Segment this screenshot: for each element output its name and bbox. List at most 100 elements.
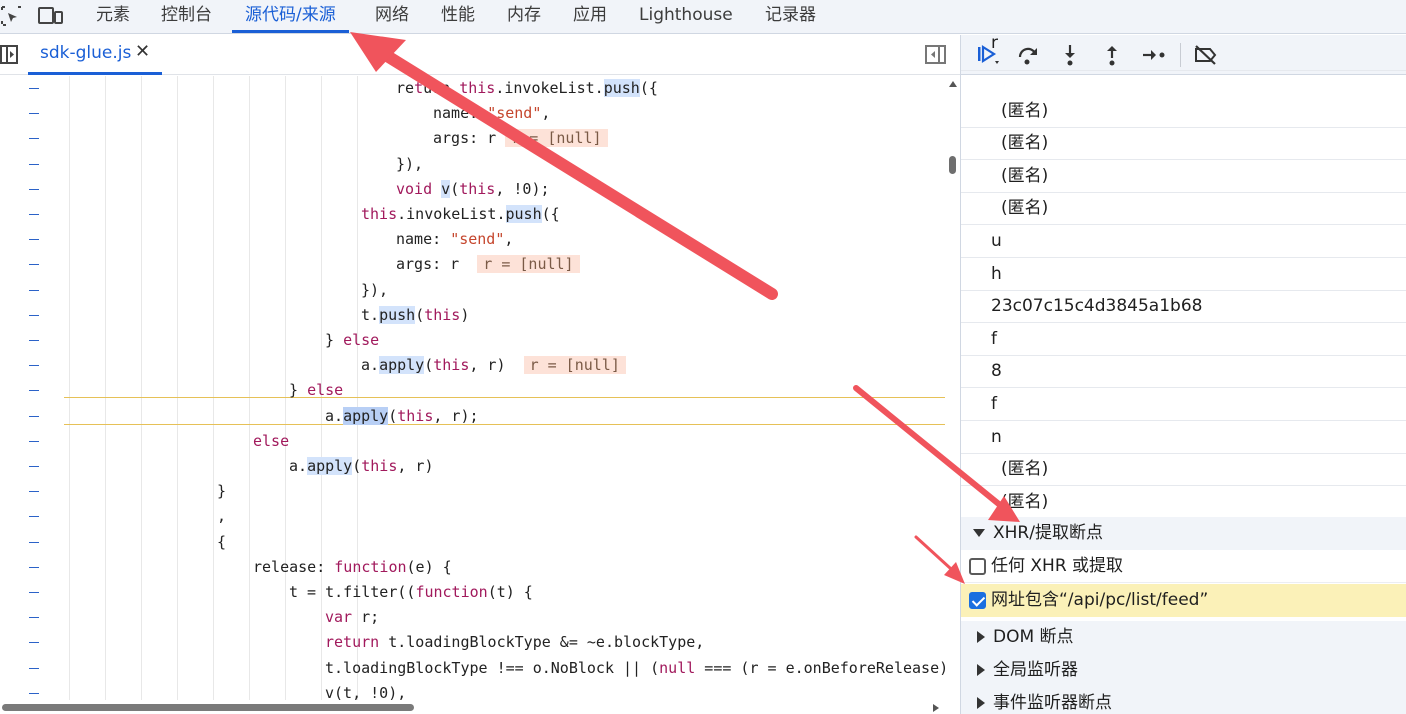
- call-stack-frame[interactable]: f: [961, 389, 1406, 421]
- tab-recorder[interactable]: 记录器: [765, 0, 816, 34]
- tab-application[interactable]: 应用: [573, 0, 607, 34]
- line-gutter-marker[interactable]: [29, 415, 39, 417]
- toggle-debugger-sidebar-icon[interactable]: [925, 44, 947, 66]
- call-stack-frame[interactable]: h: [961, 259, 1406, 291]
- code-line: v(t, !0),: [325, 681, 406, 700]
- call-stack-frame-label: (匿名): [1001, 198, 1049, 219]
- devtools-panel-tabbar: 元素 控制台 源代码/来源 网络 性能 内存 应用 Lighthouse 记录器: [0, 0, 1406, 34]
- call-stack-frame-label: 23c07c15c4d3845a1b68: [991, 296, 1203, 317]
- code-token: this: [424, 305, 461, 324]
- xhr-breakpoints-header[interactable]: XHR/提取断点: [961, 517, 1406, 550]
- scroll-right-icon[interactable]: [932, 703, 940, 713]
- line-gutter-marker[interactable]: [29, 138, 39, 140]
- code-line: t = t.filter((function(t) {: [289, 580, 533, 605]
- editor-horizontal-scrollbar[interactable]: [0, 700, 960, 714]
- xhr-url-checkbox[interactable]: [969, 592, 986, 609]
- code-token: === (r = e.onBeforeRelease): [695, 658, 949, 677]
- scroll-up-icon[interactable]: [948, 80, 958, 88]
- code-token: args: r: [396, 255, 478, 274]
- line-gutter-marker[interactable]: [29, 617, 39, 619]
- call-stack-frame[interactable]: (匿名): [961, 96, 1406, 128]
- line-gutter-marker[interactable]: [29, 340, 39, 341]
- vertical-scroll-thumb[interactable]: [949, 156, 956, 174]
- close-icon[interactable]: ✕: [135, 41, 150, 62]
- call-stack-frame[interactable]: f: [961, 324, 1406, 356]
- event-listener-breakpoints-header[interactable]: 事件监听器断点: [961, 687, 1406, 714]
- code-token: this: [361, 205, 398, 223]
- code-token: push: [603, 79, 640, 97]
- toggle-navigator-icon[interactable]: [0, 44, 20, 66]
- line-gutter-marker[interactable]: [29, 440, 39, 442]
- line-gutter-marker[interactable]: [29, 113, 39, 115]
- xhr-any-checkbox[interactable]: [969, 558, 986, 575]
- call-stack-frame[interactable]: (匿名): [961, 161, 1406, 193]
- xhr-url-label: 网址包含“/api/pc/list/feed”: [991, 590, 1209, 610]
- line-gutter-marker[interactable]: [29, 566, 39, 568]
- call-stack-frame-label: (匿名): [1001, 133, 1049, 154]
- call-stack-frame-label: (匿名): [1001, 165, 1049, 186]
- call-stack-frame[interactable]: (匿名): [961, 128, 1406, 161]
- call-stack-frame[interactable]: r: [961, 33, 1406, 71]
- line-gutter-marker[interactable]: [29, 365, 39, 367]
- editor-vertical-scrollbar[interactable]: [946, 76, 960, 700]
- code-line: t.loadingBlockType !== o.NoBlock || (nul…: [325, 656, 948, 681]
- line-gutter-marker[interactable]: [29, 264, 39, 266]
- call-stack-frame[interactable]: (匿名): [961, 193, 1406, 226]
- tab-elements[interactable]: 元素: [96, 0, 130, 34]
- line-gutter-marker[interactable]: [29, 541, 39, 543]
- code-editor[interactable]: return this.invokeList.push({name: "send…: [0, 76, 960, 700]
- tab-performance[interactable]: 性能: [441, 0, 475, 34]
- tab-lighthouse[interactable]: Lighthouse: [639, 0, 733, 34]
- code-token: }: [289, 381, 308, 400]
- device-toolbar-icon[interactable]: [38, 5, 63, 27]
- code-token: null: [659, 658, 696, 677]
- code-line: t.push(this): [361, 303, 469, 328]
- code-token: t.loadingBlockType &= ~e.blockType,: [388, 633, 705, 652]
- call-stack-frame[interactable]: (匿名): [961, 454, 1406, 487]
- line-gutter-marker[interactable]: [29, 466, 39, 467]
- line-gutter-marker[interactable]: [29, 491, 39, 493]
- line-gutter-marker[interactable]: [29, 592, 39, 593]
- line-gutter-marker[interactable]: [29, 516, 39, 518]
- line-gutter-marker[interactable]: [29, 239, 39, 241]
- dom-breakpoints-header[interactable]: DOM 断点: [961, 621, 1406, 654]
- horizontal-scroll-thumb[interactable]: [2, 704, 414, 711]
- line-gutter-marker[interactable]: [29, 163, 39, 165]
- line-gutter-marker[interactable]: [29, 88, 39, 89]
- code-token: (: [450, 179, 460, 198]
- call-stack-frame[interactable]: 8: [961, 356, 1406, 389]
- tab-memory[interactable]: 内存: [507, 0, 541, 34]
- line-gutter-marker[interactable]: [29, 289, 39, 291]
- tab-sources[interactable]: 源代码/来源: [245, 0, 336, 34]
- call-stack-frame[interactable]: (匿名): [961, 487, 1406, 519]
- line-gutter-marker[interactable]: [29, 667, 39, 669]
- line-gutter-marker[interactable]: [29, 314, 39, 316]
- code-line: else: [253, 429, 289, 454]
- line-gutter-marker[interactable]: [29, 188, 39, 190]
- line-gutter-marker[interactable]: [29, 214, 39, 215]
- chevron-right-icon: [977, 697, 985, 709]
- code-token: e:: [460, 104, 488, 123]
- call-stack-frame-label: r: [991, 33, 998, 53]
- xhr-breakpoint-any[interactable]: 任何 XHR 或提取: [961, 550, 1406, 583]
- global-listeners-header[interactable]: 全局监听器: [961, 654, 1406, 687]
- call-stack-frame[interactable]: 23c07c15c4d3845a1b68: [961, 291, 1406, 324]
- code-token: }),: [396, 154, 424, 173]
- code-token: else: [253, 431, 290, 450]
- code-token: "send": [450, 230, 505, 249]
- tab-console[interactable]: 控制台: [161, 0, 212, 34]
- inspect-element-icon[interactable]: [0, 5, 24, 27]
- code-line: a.apply(this, r) r = [null]: [361, 353, 626, 378]
- call-stack-frame[interactable]: n: [961, 422, 1406, 454]
- line-gutter-marker[interactable]: [29, 642, 39, 644]
- code-token: this: [361, 457, 398, 475]
- code-token: , r): [469, 356, 524, 375]
- code-line: } else: [325, 328, 379, 353]
- chevron-right-icon: [977, 664, 985, 676]
- file-tab-sdk-glue[interactable]: sdk-glue.js ✕: [28, 35, 162, 75]
- line-gutter-marker[interactable]: [29, 692, 39, 694]
- line-gutter-marker[interactable]: [29, 390, 39, 392]
- call-stack-frame[interactable]: u: [961, 226, 1406, 258]
- tab-network[interactable]: 网络: [375, 0, 409, 34]
- xhr-breakpoint-url[interactable]: 网址包含“/api/pc/list/feed”: [961, 584, 1406, 617]
